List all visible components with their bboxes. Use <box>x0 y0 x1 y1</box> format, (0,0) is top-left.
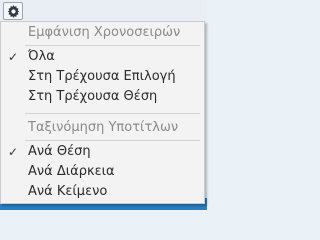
menu-separator <box>25 45 200 46</box>
check-icon: ✓ <box>8 145 19 159</box>
menu-item-all[interactable]: ✓ Όλα <box>1 47 204 67</box>
menu-item-by-duration[interactable]: Ανά Διάρκεια <box>1 162 204 182</box>
menu-item-current-position[interactable]: Στη Τρέχουσα Θέση <box>1 87 204 107</box>
settings-menu: Εμφάνιση Χρονοσειρών ✓ Όλα Στη Τρέχουσα … <box>0 21 205 204</box>
menu-item-by-text[interactable]: Ανά Κείμενο <box>1 182 204 202</box>
menu-header-timeline-display: Εμφάνιση Χρονοσειρών <box>28 25 181 40</box>
check-icon: ✓ <box>8 50 19 64</box>
menu-separator <box>25 140 200 141</box>
menu-header-subtitle-sort: Ταξινόμηση Υποτίτλων <box>28 120 179 135</box>
settings-button[interactable] <box>3 2 23 20</box>
menu-separator <box>25 113 200 114</box>
toolbar <box>0 0 207 22</box>
gear-icon <box>7 4 19 18</box>
menu-item-current-selection[interactable]: Στη Τρέχουσα Επιλογή <box>1 67 204 87</box>
menu-item-by-position[interactable]: ✓ Ανά Θέση <box>1 142 204 162</box>
